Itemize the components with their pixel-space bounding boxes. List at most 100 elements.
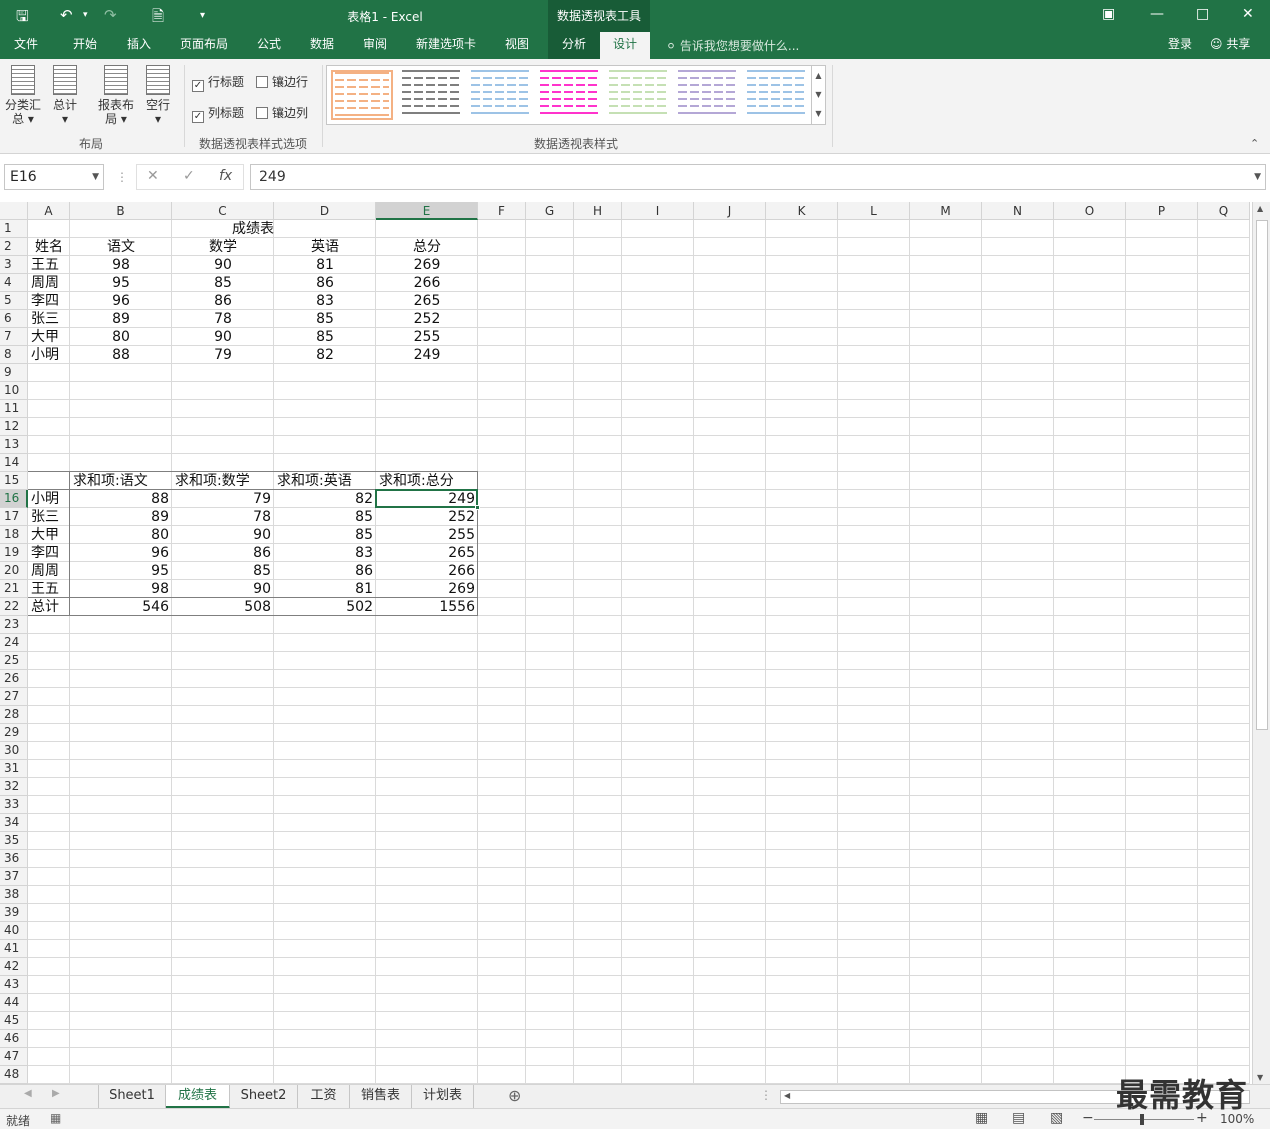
formula-input[interactable]: 249 ▼	[250, 164, 1266, 190]
gallery-scroll[interactable]: ▲ ▼ ▼	[811, 66, 825, 124]
row-header-6[interactable]: 6	[0, 310, 28, 328]
tab-design[interactable]: 设计	[600, 32, 650, 59]
row-header-39[interactable]: 39	[0, 904, 28, 922]
macro-record-icon[interactable]: ▦	[50, 1111, 61, 1125]
row-header-48[interactable]: 48	[0, 1066, 28, 1084]
share-button[interactable]: ☺ 共享	[1208, 32, 1252, 59]
sheet-tab-sales[interactable]: 销售表	[350, 1085, 412, 1109]
active-cell-border[interactable]	[375, 489, 478, 508]
normal-view-icon[interactable]: ▦	[975, 1110, 988, 1126]
tab-analyze[interactable]: 分析	[548, 32, 600, 59]
gallery-down-icon[interactable]: ▼	[812, 85, 825, 104]
row-header-19[interactable]: 19	[0, 544, 28, 562]
row-header-2[interactable]: 2	[0, 238, 28, 256]
tab-new-tab[interactable]: 新建选项卡	[414, 32, 478, 59]
row-header-16[interactable]: 16	[0, 490, 28, 508]
column-header-G[interactable]: G	[526, 202, 574, 220]
pivot-style-swatch-purple[interactable]	[676, 70, 738, 120]
sheet-tab-sheet2[interactable]: Sheet2	[230, 1085, 298, 1109]
row-header-24[interactable]: 24	[0, 634, 28, 652]
scroll-down-icon[interactable]: ▼	[1257, 1073, 1263, 1082]
row-header-14[interactable]: 14	[0, 454, 28, 472]
row-header-23[interactable]: 23	[0, 616, 28, 634]
cancel-icon[interactable]: ✕	[147, 168, 159, 184]
column-header-M[interactable]: M	[910, 202, 982, 220]
page-break-view-icon[interactable]: ▧	[1050, 1110, 1063, 1126]
row-headers-checkbox[interactable]: ✓ 行标题	[192, 73, 244, 92]
pivot-style-swatch-lightblue[interactable]	[745, 70, 807, 120]
zoom-slider[interactable]	[1094, 1119, 1194, 1120]
blank-rows-button[interactable]: 空行 ▾	[138, 65, 178, 126]
row-header-44[interactable]: 44	[0, 994, 28, 1012]
row-header-28[interactable]: 28	[0, 706, 28, 724]
page-layout-view-icon[interactable]: ▤	[1012, 1110, 1025, 1126]
row-header-30[interactable]: 30	[0, 742, 28, 760]
row-header-9[interactable]: 9	[0, 364, 28, 382]
column-header-H[interactable]: H	[574, 202, 622, 220]
next-sheet-icon[interactable]: ▶	[52, 1088, 60, 1099]
sheet-tab-salary[interactable]: 工资	[298, 1085, 350, 1109]
sign-in-link[interactable]: 登录	[1166, 32, 1194, 59]
row-header-33[interactable]: 33	[0, 796, 28, 814]
banded-rows-checkbox[interactable]: 镶边行	[256, 73, 308, 90]
column-header-B[interactable]: B	[70, 202, 172, 220]
tell-me-box[interactable]: ⚪ 告诉我您想要做什么...	[666, 37, 799, 54]
report-layout-button[interactable]: 报表布局 ▾	[96, 65, 136, 126]
row-header-12[interactable]: 12	[0, 418, 28, 436]
tab-insert[interactable]: 插入	[125, 32, 153, 59]
tab-data[interactable]: 数据	[308, 32, 336, 59]
row-header-5[interactable]: 5	[0, 292, 28, 310]
pivot-style-swatch-orange[interactable]	[331, 70, 393, 120]
row-header-3[interactable]: 3	[0, 256, 28, 274]
pivot-style-swatch-green[interactable]	[607, 70, 669, 120]
column-header-E[interactable]: E	[376, 202, 478, 220]
row-header-25[interactable]: 25	[0, 652, 28, 670]
row-header-27[interactable]: 27	[0, 688, 28, 706]
row-header-22[interactable]: 22	[0, 598, 28, 616]
column-header-K[interactable]: K	[766, 202, 838, 220]
row-header-42[interactable]: 42	[0, 958, 28, 976]
row-header-29[interactable]: 29	[0, 724, 28, 742]
prev-sheet-icon[interactable]: ◀	[24, 1088, 32, 1099]
row-header-15[interactable]: 15	[0, 472, 28, 490]
row-header-1[interactable]: 1	[0, 220, 28, 238]
row-header-38[interactable]: 38	[0, 886, 28, 904]
name-box-dropdown-icon[interactable]: ▼	[92, 165, 99, 189]
column-header-C[interactable]: C	[172, 202, 274, 220]
gallery-up-icon[interactable]: ▲	[812, 66, 825, 85]
scroll-left-icon[interactable]: ◀	[784, 1091, 790, 1100]
sheet-tab-scores[interactable]: 成绩表	[166, 1085, 230, 1109]
pivot-style-swatch-magenta[interactable]	[538, 70, 600, 120]
row-header-43[interactable]: 43	[0, 976, 28, 994]
row-header-40[interactable]: 40	[0, 922, 28, 940]
row-header-10[interactable]: 10	[0, 382, 28, 400]
select-all-corner[interactable]	[0, 202, 28, 220]
sheet-tab-plan[interactable]: 计划表	[412, 1085, 474, 1109]
column-headers-checkbox[interactable]: ✓ 列标题	[192, 104, 244, 123]
row-header-21[interactable]: 21	[0, 580, 28, 598]
subtotals-button[interactable]: 分类汇总 ▾	[3, 65, 43, 126]
gallery-more-icon[interactable]: ▼	[812, 104, 825, 123]
column-header-F[interactable]: F	[478, 202, 526, 220]
row-header-47[interactable]: 47	[0, 1048, 28, 1066]
column-header-D[interactable]: D	[274, 202, 376, 220]
column-header-Q[interactable]: Q	[1198, 202, 1250, 220]
column-header-I[interactable]: I	[622, 202, 694, 220]
row-header-7[interactable]: 7	[0, 328, 28, 346]
column-header-J[interactable]: J	[694, 202, 766, 220]
vertical-scroll-thumb[interactable]	[1256, 220, 1268, 730]
ribbon-display-icon[interactable]: ▣	[1102, 6, 1115, 22]
row-header-37[interactable]: 37	[0, 868, 28, 886]
name-box[interactable]: E16 ▼	[4, 164, 104, 190]
column-header-A[interactable]: A	[28, 202, 70, 220]
row-header-32[interactable]: 32	[0, 778, 28, 796]
sheet-tab-sheet1[interactable]: Sheet1	[98, 1085, 166, 1109]
banded-columns-checkbox[interactable]: 镶边列	[256, 104, 308, 121]
expand-formula-icon[interactable]: ▼	[1254, 165, 1261, 189]
row-header-8[interactable]: 8	[0, 346, 28, 364]
row-header-17[interactable]: 17	[0, 508, 28, 526]
row-header-31[interactable]: 31	[0, 760, 28, 778]
tab-file[interactable]: 文件	[12, 32, 40, 59]
scroll-up-icon[interactable]: ▲	[1257, 204, 1263, 213]
column-header-L[interactable]: L	[838, 202, 910, 220]
